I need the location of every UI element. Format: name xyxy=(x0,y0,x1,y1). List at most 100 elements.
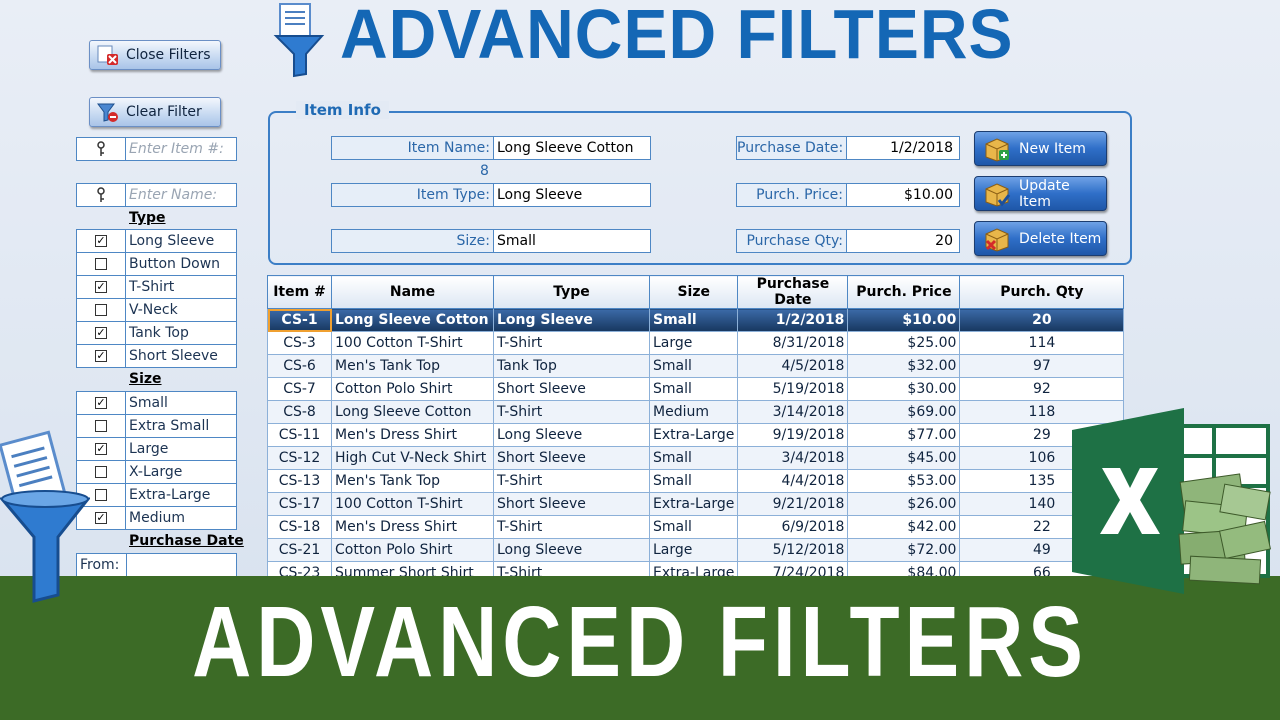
item-number-input[interactable]: Enter Item #: xyxy=(126,138,224,160)
from-date-input[interactable] xyxy=(127,554,236,576)
table-cell: Long Sleeve xyxy=(493,308,650,332)
checkbox-unchecked-icon xyxy=(95,489,107,501)
table-row[interactable]: CS-3 100 Cotton T-Shirt T-Shirt Large 8/31/2… xyxy=(267,331,1125,355)
size-filter-item[interactable]: ✓ Large xyxy=(76,438,237,461)
table-cell: Large xyxy=(648,331,739,355)
purchase-qty-input[interactable]: 20 xyxy=(847,230,959,252)
checkbox-unchecked-icon xyxy=(95,258,107,270)
size-filter-item[interactable]: Extra Small xyxy=(76,415,237,438)
table-row[interactable]: CS-6 Men's Tank Top Tank Top Small 4/5/2018 $… xyxy=(267,354,1125,378)
filter-label: Medium xyxy=(129,510,185,526)
item-number-search[interactable]: Enter Item #: xyxy=(76,137,237,161)
type-filter-item[interactable]: ✓ Short Sleeve xyxy=(76,345,237,368)
table-cell: Men's Dress Shirt xyxy=(331,515,494,539)
name-search[interactable]: Enter Name: xyxy=(76,183,237,207)
purchase-date-field[interactable]: Purchase Date: 1/2/2018 xyxy=(736,136,960,160)
filter-label: T-Shirt xyxy=(129,279,175,295)
table-cell: T-Shirt xyxy=(493,400,650,424)
delete-item-button[interactable]: Delete Item xyxy=(974,221,1107,256)
type-filter-item[interactable]: Button Down xyxy=(76,253,237,276)
update-item-button[interactable]: Update Item xyxy=(974,176,1107,211)
filter-label: Small xyxy=(129,395,168,411)
purch-price-field[interactable]: Purch. Price: $10.00 xyxy=(736,183,960,207)
table-cell: CS-18 xyxy=(267,515,332,539)
box-update-icon xyxy=(985,182,1011,207)
checkbox-checked-icon: ✓ xyxy=(95,442,107,455)
size-filter-item[interactable]: ✓ Small xyxy=(76,391,237,415)
filter-label: Button Down xyxy=(129,256,221,272)
funnel-doc-icon xyxy=(0,430,90,603)
items-table: Item # Name Type Size Purchase Date Purch. Pr… xyxy=(267,275,1125,585)
box-delete-icon xyxy=(985,227,1009,252)
from-date-row[interactable]: From: xyxy=(76,553,237,577)
checkbox[interactable]: ✓ xyxy=(77,392,126,414)
column-header[interactable]: Type xyxy=(493,275,650,309)
checkbox[interactable]: ✓ xyxy=(77,322,126,344)
type-filter-item[interactable]: ✓ T-Shirt xyxy=(76,276,237,299)
table-row[interactable]: CS-18 Men's Dress Shirt T-Shirt Small 6/9/20… xyxy=(267,515,1125,539)
checkbox[interactable] xyxy=(77,253,126,275)
item-name-input[interactable]: Long Sleeve Cotton xyxy=(494,137,650,159)
checkbox[interactable]: ✓ xyxy=(77,276,126,298)
checkbox[interactable]: ✓ xyxy=(77,230,126,252)
column-header[interactable]: Name xyxy=(331,275,494,309)
table-cell: $25.00 xyxy=(847,331,961,355)
column-header[interactable]: Size xyxy=(648,275,739,309)
checkbox[interactable] xyxy=(77,299,126,321)
size-filter-item[interactable]: Extra-Large xyxy=(76,484,237,507)
item-name-field[interactable]: Item Name: Long Sleeve Cotton xyxy=(331,136,651,160)
table-cell: $42.00 xyxy=(847,515,961,539)
table-row[interactable]: CS-1 Long Sleeve Cotton Long Sleeve Small 1/… xyxy=(267,308,1125,332)
checkbox-checked-icon: ✓ xyxy=(95,396,107,409)
type-filter-item[interactable]: ✓ Tank Top xyxy=(76,322,237,345)
table-cell: Small xyxy=(648,377,739,401)
column-header[interactable]: Purchase Date xyxy=(737,275,849,309)
size-filter-item[interactable]: X-Large xyxy=(76,461,237,484)
table-row[interactable]: CS-7 Cotton Polo Shirt Short Sleeve Small 5/… xyxy=(267,377,1125,401)
filter-label: X-Large xyxy=(129,464,183,480)
size-filter-item[interactable]: ✓ Medium xyxy=(76,507,237,530)
new-item-button[interactable]: New Item xyxy=(974,131,1107,166)
column-header[interactable]: Purch. Price xyxy=(847,275,961,309)
table-row[interactable]: CS-21 Cotton Polo Shirt Long Sleeve Large 5/… xyxy=(267,538,1125,562)
table-cell: 20 xyxy=(959,308,1125,332)
table-cell: $69.00 xyxy=(847,400,961,424)
table-cell: CS-17 xyxy=(267,492,332,516)
item-type-input[interactable]: Long Sleeve xyxy=(494,184,650,206)
type-filter-item[interactable]: V-Neck xyxy=(76,299,237,322)
table-cell: Small xyxy=(648,354,739,378)
key-icon xyxy=(77,138,126,160)
table-body: CS-1 Long Sleeve Cotton Long Sleeve Small 1/… xyxy=(267,308,1125,585)
clear-filter-button[interactable]: Clear Filter xyxy=(89,97,221,127)
name-input[interactable]: Enter Name: xyxy=(126,184,217,206)
close-filters-button[interactable]: Close Filters xyxy=(89,40,221,70)
size-input[interactable]: Small xyxy=(494,230,650,252)
box-add-icon xyxy=(985,137,1009,162)
size-field[interactable]: Size: Small xyxy=(331,229,651,253)
table-cell: CS-8 xyxy=(267,400,332,424)
money-stack-icon xyxy=(1178,473,1272,585)
type-filter-item[interactable]: ✓ Long Sleeve xyxy=(76,229,237,253)
column-header[interactable]: Item # xyxy=(267,275,332,309)
size-heading: Size xyxy=(129,371,162,387)
purchase-date-input[interactable]: 1/2/2018 xyxy=(847,137,959,159)
table-cell: T-Shirt xyxy=(493,469,650,493)
filter-label: Extra Small xyxy=(129,418,210,434)
column-header[interactable]: Purch. Qty xyxy=(959,275,1125,309)
table-row[interactable]: CS-13 Men's Tank Top T-Shirt Small 4/4/2018 $… xyxy=(267,469,1125,493)
table-cell: Tank Top xyxy=(493,354,650,378)
checkbox[interactable]: ✓ xyxy=(77,345,126,367)
table-row[interactable]: CS-17 100 Cotton T-Shirt Short Sleeve Extra… xyxy=(267,492,1125,516)
table-cell: T-Shirt xyxy=(493,515,650,539)
table-row[interactable]: CS-8 Long Sleeve Cotton T-Shirt Medium 3/14/… xyxy=(267,400,1125,424)
table-cell: 97 xyxy=(959,354,1125,378)
purchase-qty-field[interactable]: Purchase Qty: 20 xyxy=(736,229,960,253)
purch-price-input[interactable]: $10.00 xyxy=(847,184,959,206)
table-cell: 4/4/2018 xyxy=(737,469,849,493)
purchase-qty-label: Purchase Qty: xyxy=(737,230,847,252)
checkbox-checked-icon: ✓ xyxy=(95,349,107,362)
table-row[interactable]: CS-11 Men's Dress Shirt Long Sleeve Extra-L… xyxy=(267,423,1125,447)
item-type-field[interactable]: Item Type: Long Sleeve xyxy=(331,183,651,207)
checkbox-checked-icon: ✓ xyxy=(95,280,107,293)
table-row[interactable]: CS-12 High Cut V-Neck Shirt Short Sleeve Sm… xyxy=(267,446,1125,470)
